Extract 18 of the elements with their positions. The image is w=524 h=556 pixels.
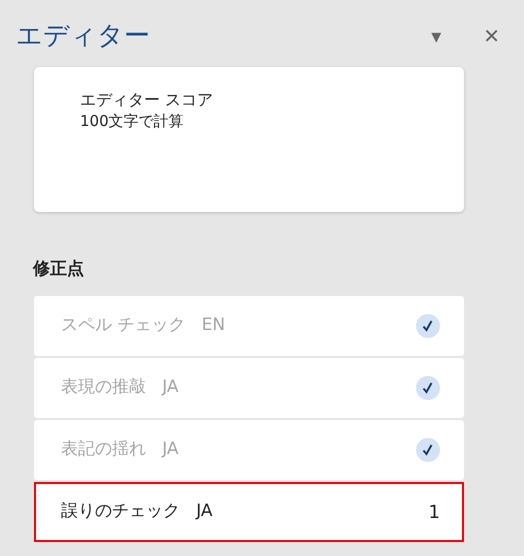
- issue-count: 1: [428, 500, 440, 524]
- close-button[interactable]: ✕: [477, 26, 506, 46]
- correction-label: 誤りのチェック JA: [61, 500, 213, 524]
- correction-label: スペル チェック EN: [61, 314, 226, 338]
- correction-label: 表現の推敲 JA: [61, 376, 179, 400]
- check-icon: [416, 376, 440, 400]
- score-title: エディター スコア: [80, 89, 214, 111]
- pane-title: エディター: [16, 20, 150, 53]
- correction-row[interactable]: 表記の揺れ JA: [34, 420, 464, 480]
- correction-row[interactable]: 表現の推敲 JA: [34, 358, 464, 418]
- correction-row[interactable]: スペル チェック EN: [34, 296, 464, 356]
- correction-row[interactable]: 誤りのチェック JA 1: [34, 482, 464, 542]
- check-icon: [416, 438, 440, 462]
- section-heading: 修正点: [33, 258, 85, 281]
- correction-label: 表記の揺れ JA: [61, 438, 179, 462]
- dropdown-button[interactable]: ▾: [425, 26, 448, 46]
- score-subtitle: 100文字で計算: [80, 111, 185, 131]
- check-icon: [416, 314, 440, 338]
